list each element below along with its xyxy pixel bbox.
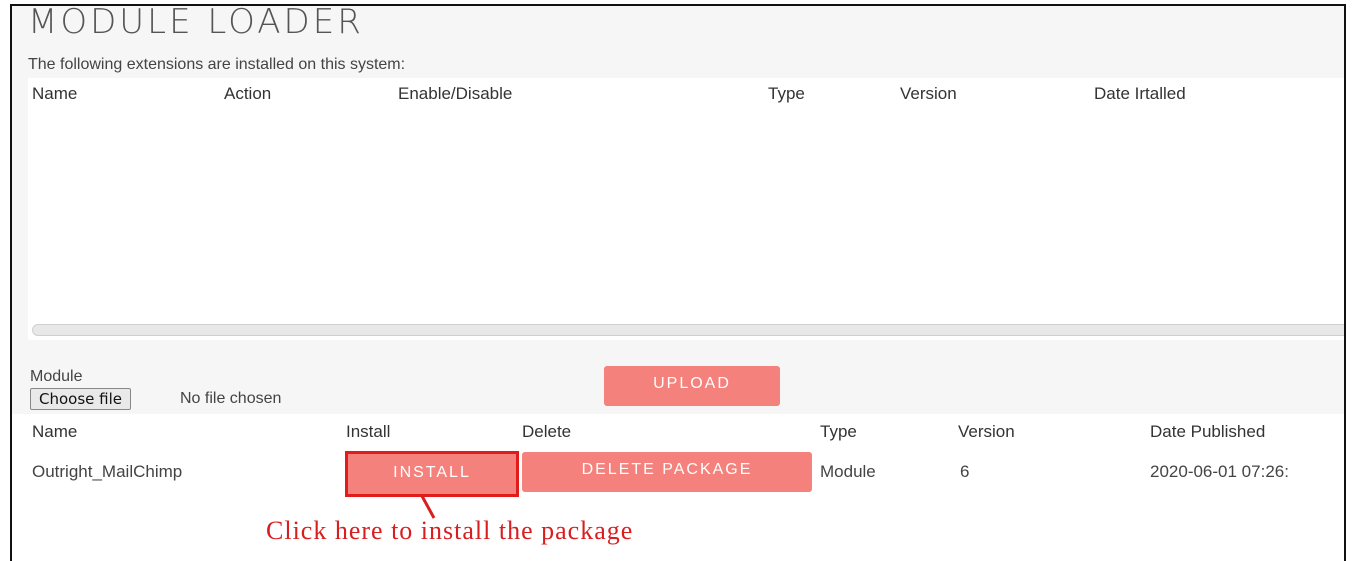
- delete-package-button[interactable]: DELETE PACKAGE: [522, 452, 812, 492]
- pkg-col-version[interactable]: Version: [958, 422, 1015, 442]
- col-date-installed[interactable]: Date Irtalled: [1094, 84, 1186, 104]
- module-label: Module: [30, 368, 83, 385]
- page-title: MODULE LOADER: [28, 4, 364, 42]
- package-type: Module: [820, 462, 876, 481]
- install-button[interactable]: INSTALL: [345, 451, 519, 497]
- no-file-chosen-text: No file chosen: [180, 390, 282, 407]
- callout-annotation-text: Click here to install the package: [266, 516, 634, 545]
- package-version: 6: [960, 462, 970, 481]
- lower-blank-area: [12, 502, 1344, 561]
- package-date-published: 2020-06-01 07:26:: [1150, 462, 1289, 481]
- package-name: Outright_MailChimp: [32, 462, 183, 481]
- packages-table: Name Install Delete Type Version Date Pu…: [12, 414, 1344, 503]
- installed-intro-text: The following extensions are installed o…: [28, 56, 406, 73]
- col-type[interactable]: Type: [768, 84, 805, 104]
- col-name[interactable]: Name: [32, 84, 77, 104]
- installed-extensions-table: Name Action Enable/Disable Type Version …: [28, 78, 1344, 340]
- pkg-col-name[interactable]: Name: [32, 422, 77, 442]
- module-loader-panel: MODULE LOADER The following extensions a…: [10, 4, 1346, 561]
- choose-file-button[interactable]: Choose file: [30, 388, 131, 410]
- pkg-col-delete[interactable]: Delete: [522, 422, 571, 442]
- upload-button[interactable]: UPLOAD: [604, 366, 780, 406]
- pkg-col-install[interactable]: Install: [346, 422, 390, 442]
- pkg-col-type[interactable]: Type: [820, 422, 857, 442]
- col-version[interactable]: Version: [900, 84, 957, 104]
- pkg-col-date-published[interactable]: Date Published: [1150, 422, 1265, 442]
- col-action[interactable]: Action: [224, 84, 271, 104]
- installed-table-header: Name Action Enable/Disable Type Version …: [28, 84, 1344, 106]
- col-enable-disable[interactable]: Enable/Disable: [398, 84, 512, 104]
- horizontal-scrollbar[interactable]: [32, 324, 1344, 336]
